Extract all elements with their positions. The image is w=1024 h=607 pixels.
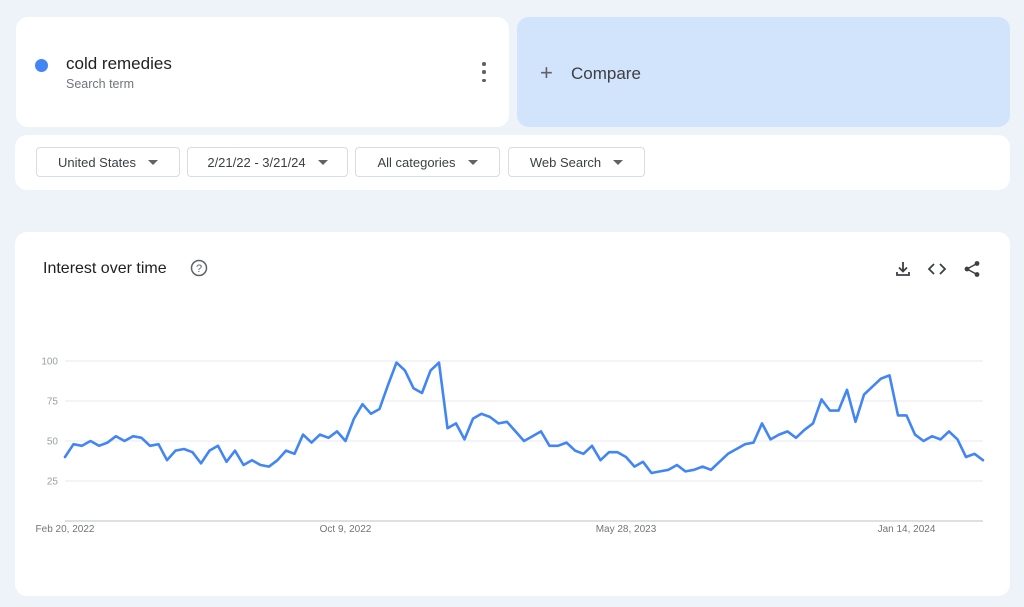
x-tick-label: May 28, 2023 <box>596 524 657 535</box>
x-tick-label: Jan 14, 2024 <box>878 524 936 535</box>
y-tick-label: 50 <box>47 437 59 448</box>
x-tick-label: Oct 9, 2022 <box>320 524 372 535</box>
interest-line-chart: 25 50 75 100 Feb 20, 2022 Oct 9, 2022 May 28,… <box>36 357 985 535</box>
series-line-cold-remedies[interactable] <box>63 361 985 475</box>
y-tick-label: 75 <box>47 397 59 408</box>
x-tick-label: Feb 20, 2022 <box>36 524 95 535</box>
y-tick-label: 100 <box>41 357 58 368</box>
y-tick-label: 25 <box>47 477 59 488</box>
